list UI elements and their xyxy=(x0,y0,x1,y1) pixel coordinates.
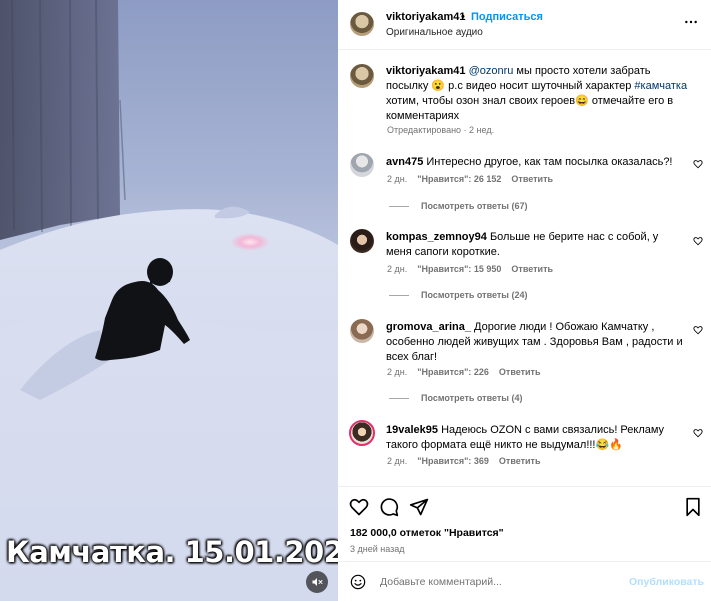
comment-likes[interactable]: "Нравится": 15 950 xyxy=(417,264,501,274)
bookmark-icon[interactable] xyxy=(683,497,703,517)
publish-button[interactable]: Опубликовать xyxy=(629,576,704,588)
add-comment-bar: Опубликовать xyxy=(338,561,711,601)
hashtag-link[interactable]: #камчатка xyxy=(634,80,687,92)
caption-author-avatar[interactable] xyxy=(350,64,374,88)
post-date: 3 дней назад xyxy=(350,544,405,554)
comment-time: 2 дн. xyxy=(387,456,408,466)
commenter-avatar-story-ring[interactable] xyxy=(349,420,375,446)
volume-muted-icon xyxy=(312,578,323,586)
post-side-panel: viktoriyakam41 • Подписаться Оригинально… xyxy=(338,0,711,601)
comment-icon[interactable] xyxy=(379,497,399,517)
separator-dot: • xyxy=(461,11,465,23)
follow-button[interactable]: Подписаться xyxy=(471,11,543,23)
post-actions: 182 000,0 отметок "Нравится" 3 дней наза… xyxy=(338,486,711,601)
post-video[interactable]: Камчатка. 15.01.2026 xyxy=(0,0,338,601)
comment-body: Интересно другое, как там посылка оказал… xyxy=(426,156,673,168)
commenter-avatar[interactable] xyxy=(350,319,374,343)
comment-like-heart-icon[interactable] xyxy=(693,236,703,246)
post-header: viktoriyakam41 • Подписаться Оригинально… xyxy=(338,0,711,50)
commenter-username[interactable]: 19valek95 xyxy=(386,424,438,436)
commenter-avatar[interactable] xyxy=(350,153,374,177)
commenter-username[interactable]: gromova_arina_ xyxy=(386,321,471,333)
reply-button[interactable]: Ответить xyxy=(511,174,553,184)
caption-text: viktoriyakam41 @ozonru мы просто хотели … xyxy=(386,64,691,124)
author-username[interactable]: viktoriyakam41 xyxy=(386,11,466,23)
view-replies-button[interactable]: Посмотреть ответы (24) xyxy=(389,290,527,300)
commenter-username[interactable]: kompas_zemnoy94 xyxy=(386,231,487,243)
heart-icon[interactable] xyxy=(349,497,369,517)
comment-meta: 2 дн. "Нравится": 369 Ответить xyxy=(387,456,551,466)
comment-meta: 2 дн. "Нравится": 15 950 Ответить xyxy=(387,264,563,274)
video-frame-snow-scene xyxy=(0,0,338,601)
comment-like-heart-icon[interactable] xyxy=(693,159,703,169)
instagram-post-modal: Камчатка. 15.01.2026 viktoriyakam41 • По… xyxy=(0,0,711,601)
comment-likes[interactable]: "Нравится": 226 xyxy=(417,367,489,377)
comment-text: avn475 Интересно другое, как там посылка… xyxy=(386,155,686,170)
reply-button[interactable]: Ответить xyxy=(499,456,541,466)
comment-likes[interactable]: "Нравится": 369 xyxy=(417,456,489,466)
comment-meta: 2 дн. "Нравится": 26 152 Ответить xyxy=(387,174,563,184)
comment-text: gromova_arina_ Дорогие люди ! Обожаю Кам… xyxy=(386,320,686,365)
share-icon[interactable] xyxy=(409,497,429,517)
comment-like-heart-icon[interactable] xyxy=(693,325,703,335)
reply-button[interactable]: Ответить xyxy=(499,367,541,377)
reply-button[interactable]: Ответить xyxy=(511,264,553,274)
comment-text: kompas_zemnoy94 Больше не берите нас с с… xyxy=(386,230,686,260)
comment-time: 2 дн. xyxy=(387,264,408,274)
commenter-avatar[interactable] xyxy=(350,229,374,253)
original-audio-link[interactable]: Оригинальное аудио xyxy=(386,27,483,38)
commenter-username[interactable]: avn475 xyxy=(386,156,423,168)
view-replies-button[interactable]: Посмотреть ответы (67) xyxy=(389,201,527,211)
mute-button[interactable] xyxy=(306,571,328,593)
emoji-icon[interactable] xyxy=(350,574,366,590)
more-horizontal-icon[interactable] xyxy=(683,14,699,30)
comment-likes[interactable]: "Нравится": 26 152 xyxy=(417,174,501,184)
view-replies-button[interactable]: Посмотреть ответы (4) xyxy=(389,393,522,403)
comment-meta: 2 дн. "Нравится": 226 Ответить xyxy=(387,367,551,377)
comments-list[interactable]: viktoriyakam41 @ozonru мы просто хотели … xyxy=(338,51,711,485)
comment-time: 2 дн. xyxy=(387,367,408,377)
caption-text-part2: хотим, чтобы озон знал своих героев😄 отм… xyxy=(386,95,674,122)
comment-input[interactable] xyxy=(380,572,620,592)
comment-time: 2 дн. xyxy=(387,174,408,184)
author-avatar[interactable] xyxy=(350,12,374,36)
comment-text: 19valek95 Надеюсь OZON с вами связались!… xyxy=(386,423,686,453)
mention-link[interactable]: @ozonru xyxy=(469,65,514,77)
comment-like-heart-icon[interactable] xyxy=(693,428,703,438)
caption-meta: Отредактировано · 2 нед. xyxy=(387,125,495,135)
video-caption-overlay: Камчатка. 15.01.2026 xyxy=(6,535,338,569)
caption-username[interactable]: viktoriyakam41 xyxy=(386,65,466,77)
post-likes-count[interactable]: 182 000,0 отметок "Нравится" xyxy=(350,527,504,539)
